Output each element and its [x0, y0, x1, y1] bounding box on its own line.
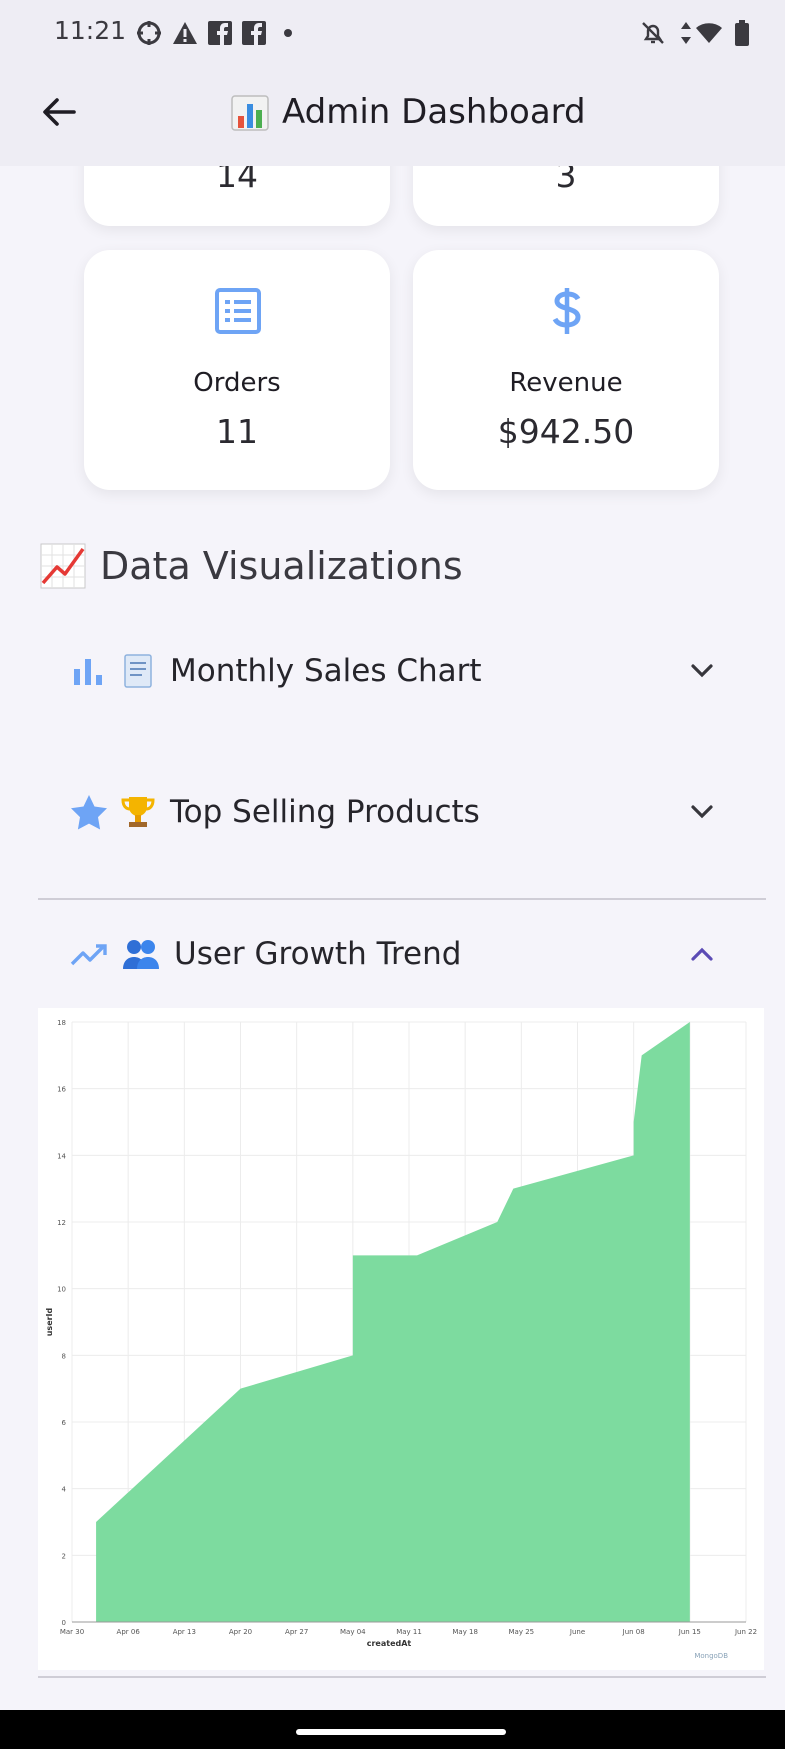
- y-tick-label: 10: [57, 1286, 66, 1294]
- x-tick-label: May 18: [452, 1628, 478, 1636]
- y-tick-label: 12: [57, 1219, 66, 1227]
- area-series: [96, 1022, 690, 1622]
- x-axis-label: createdAt: [367, 1639, 412, 1648]
- y-axis-label: userId: [45, 1307, 54, 1336]
- chart-canvas: 0 2 4 6 8 10 12 14 16 18 Mar 30 Apr 06 Apr 13 Apr 20 A…: [45, 1019, 757, 1660]
- revenue-label: Revenue: [509, 368, 623, 398]
- notifications-off-icon: [638, 20, 668, 46]
- y-tick-label: 4: [62, 1486, 67, 1494]
- expansion-top-selling[interactable]: Top Selling Products: [70, 782, 720, 842]
- x-tick-label: Apr 06: [117, 1628, 141, 1636]
- x-tick-label: Mar 30: [60, 1628, 84, 1636]
- settings-gear-icon: [134, 20, 164, 46]
- arrow-left-icon: [43, 98, 76, 126]
- y-tick-label: 14: [57, 1152, 66, 1160]
- user-growth-chart: 0 2 4 6 8 10 12 14 16 18 Mar 30 Apr 06 Apr 13 Apr 20 A…: [38, 1008, 764, 1670]
- facebook-icon: [240, 20, 268, 46]
- x-tick-label: May 11: [396, 1628, 422, 1636]
- section-title: Data Visualizations: [100, 544, 463, 588]
- revenue-card[interactable]: Revenue $942.50: [413, 250, 719, 490]
- x-tick-label: Jun 08: [622, 1628, 645, 1636]
- x-tick-label: Apr 20: [229, 1628, 252, 1636]
- chevron-up-icon: [691, 947, 713, 961]
- revenue-value: $942.50: [497, 412, 635, 451]
- dot-icon: [278, 20, 298, 46]
- y-tick-label: 0: [62, 1619, 66, 1627]
- y-tick-label: 2: [62, 1552, 66, 1560]
- expansion-monthly-sales[interactable]: Monthly Sales Chart: [70, 641, 720, 701]
- orders-label: Orders: [193, 368, 281, 398]
- bar-chart-emoji-icon: [231, 95, 269, 131]
- back-button-overlay[interactable]: [40, 88, 80, 136]
- dollar-icon: [552, 288, 581, 334]
- y-tick-label: 18: [57, 1019, 66, 1027]
- home-gesture-handle[interactable]: [296, 1729, 506, 1735]
- people-emoji-icon: [123, 940, 159, 969]
- x-tick-label: Jun 15: [678, 1628, 701, 1636]
- x-tick-label: Apr 13: [173, 1628, 196, 1636]
- orders-card[interactable]: Orders 11: [84, 250, 390, 490]
- x-tick-label: June: [569, 1628, 585, 1636]
- bar-chart-icon: [74, 659, 102, 685]
- row-label: Monthly Sales Chart: [170, 653, 482, 689]
- chevron-down-icon: [691, 805, 713, 819]
- warning-icon: [170, 20, 200, 46]
- y-tick-label: 8: [62, 1352, 66, 1360]
- divider: [38, 1676, 766, 1678]
- chart-increasing-emoji-icon: [40, 543, 86, 589]
- chevron-down-icon: [691, 664, 713, 678]
- orders-value: 11: [216, 412, 258, 451]
- page-title-overlay: Admin Dashboard: [282, 92, 586, 132]
- receipt-emoji-icon: [124, 654, 152, 688]
- x-tick-label: Jun 22: [734, 1628, 757, 1636]
- section-header: Data Visualizations: [40, 540, 463, 592]
- status-time: 11:21: [54, 16, 127, 45]
- expansion-user-growth[interactable]: User Growth Trend: [70, 924, 720, 984]
- data-arrows-icon: [678, 20, 694, 46]
- row-label: Top Selling Products: [170, 794, 480, 830]
- wifi-icon: [694, 20, 724, 46]
- x-tick-label: Apr 27: [285, 1628, 308, 1636]
- trending-up-icon: [70, 944, 107, 966]
- divider: [38, 898, 766, 900]
- x-tick-label: May 25: [509, 1628, 535, 1636]
- list-icon: [215, 288, 261, 334]
- y-tick-label: 16: [57, 1086, 66, 1094]
- watermark-text: MongoDB: [694, 1652, 728, 1660]
- x-tick-label: May 04: [340, 1628, 366, 1636]
- app-bar-title-overlay: Admin Dashboard: [230, 88, 586, 136]
- trophy-emoji-icon: [121, 797, 155, 827]
- y-tick-label: 6: [62, 1419, 67, 1427]
- row-label: User Growth Trend: [174, 936, 462, 972]
- star-icon: [71, 795, 107, 830]
- facebook-icon: [206, 20, 234, 46]
- battery-icon: [732, 20, 752, 46]
